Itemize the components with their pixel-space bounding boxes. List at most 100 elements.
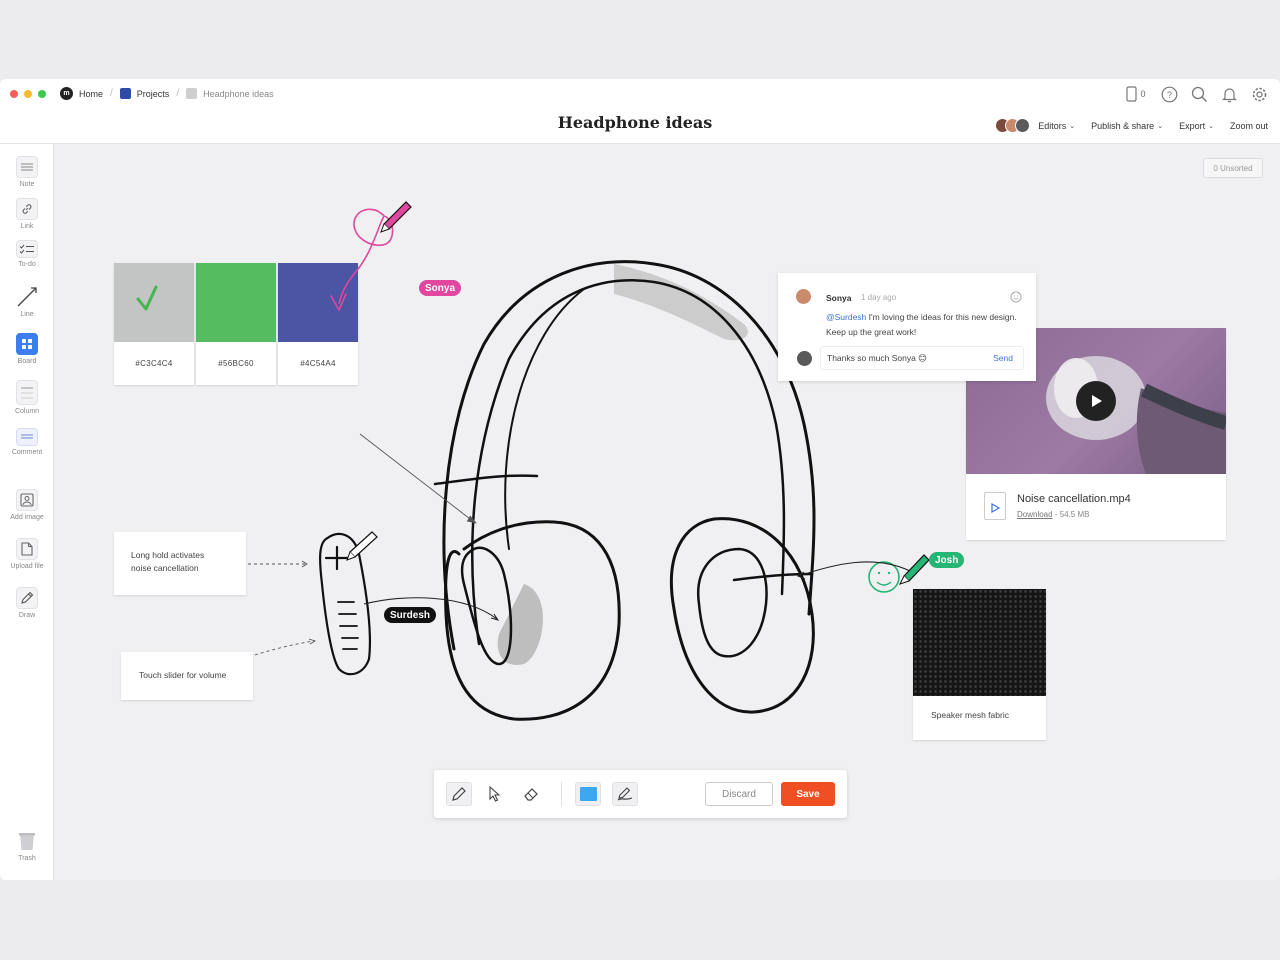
export-menu[interactable]: Export ⌄ bbox=[1179, 121, 1214, 131]
draw-toolbar: Discard Save bbox=[434, 770, 847, 818]
upload-file-tool[interactable]: Upload file bbox=[0, 538, 54, 570]
breadcrumb-projects-label: Projects bbox=[136, 88, 170, 99]
note-tool[interactable]: Note bbox=[0, 156, 54, 188]
draw-tool[interactable]: Draw bbox=[0, 587, 54, 619]
breadcrumb-current-label: Headphone ideas bbox=[203, 88, 274, 99]
window-controls bbox=[10, 90, 46, 98]
eraser-tool-button[interactable] bbox=[518, 782, 544, 806]
reply-input[interactable]: Thanks so much Sonya 😊 Send bbox=[820, 346, 1024, 370]
speaker-mesh-image bbox=[913, 589, 1046, 696]
breadcrumb-home-label: Home bbox=[79, 88, 104, 99]
pencil-icon bbox=[16, 587, 38, 609]
select-tool-button[interactable] bbox=[482, 782, 508, 806]
band-shading bbox=[614, 264, 748, 341]
comment-card[interactable]: Sonya 1 day ago @Surdesh I'm loving the … bbox=[778, 273, 1036, 381]
maximize-window-button[interactable] bbox=[38, 90, 46, 98]
stroke-style-button[interactable] bbox=[612, 782, 638, 806]
sonya-pen-icon bbox=[383, 201, 412, 230]
projects-square-icon bbox=[119, 88, 131, 99]
breadcrumb-projects[interactable]: Projects bbox=[119, 88, 170, 99]
board-canvas[interactable]: 0 Unsorted #C3C4C4 #56BC60 #4C54A4 Long … bbox=[54, 144, 1280, 880]
connector-line bbox=[254, 640, 315, 656]
pen-tool-button[interactable] bbox=[446, 782, 472, 806]
note-tool-label: Note bbox=[19, 181, 35, 188]
image-caption: Speaker mesh fabric bbox=[931, 710, 1009, 720]
line-tool[interactable]: Line bbox=[0, 286, 54, 318]
tool-sidebar: Note Link To-do Line Board Column Commen… bbox=[0, 144, 54, 880]
send-button[interactable]: Send bbox=[993, 353, 1013, 363]
download-link[interactable]: Download bbox=[1017, 510, 1053, 519]
close-window-button[interactable] bbox=[10, 90, 18, 98]
right-earcup bbox=[669, 517, 815, 714]
bell-icon bbox=[1221, 87, 1237, 102]
discard-button[interactable]: Discard bbox=[705, 782, 773, 806]
breadcrumb-current[interactable]: Headphone ideas bbox=[186, 88, 274, 99]
editor-avatars[interactable] bbox=[995, 118, 1031, 133]
video-file-icon bbox=[984, 492, 1006, 520]
headband-inner bbox=[471, 279, 786, 646]
color-picker-button[interactable] bbox=[575, 782, 601, 806]
chevron-down-icon: ⌄ bbox=[1069, 122, 1076, 130]
image-card-mesh[interactable]: Speaker mesh fabric bbox=[913, 589, 1046, 740]
fill-color-swatch bbox=[579, 787, 597, 801]
play-button[interactable] bbox=[1076, 381, 1116, 421]
josh-cursor-label: Josh bbox=[929, 552, 965, 568]
comment-author: Sonya bbox=[826, 293, 852, 303]
zoom-out-label: Zoom out bbox=[1229, 120, 1268, 131]
file-icon bbox=[16, 538, 38, 560]
zoom-out-button[interactable]: Zoom out bbox=[1230, 121, 1268, 131]
settings-button[interactable] bbox=[1250, 85, 1268, 103]
mobile-count: 0 bbox=[1140, 89, 1146, 99]
headband-outer bbox=[442, 260, 816, 651]
help-icon: ? bbox=[1161, 86, 1177, 102]
earcup-shading bbox=[497, 584, 543, 665]
gear-icon bbox=[1252, 87, 1266, 101]
comment-tool[interactable]: Comment bbox=[0, 428, 54, 456]
svg-text:?: ? bbox=[1166, 90, 1171, 100]
right-earcup-pad bbox=[696, 547, 768, 658]
connector-line bbox=[359, 433, 475, 523]
minimize-window-button[interactable] bbox=[24, 90, 32, 98]
board-square-icon bbox=[186, 88, 198, 99]
slider-joint-left bbox=[433, 474, 539, 486]
editors-menu[interactable]: Editors ⌄ bbox=[1038, 121, 1075, 131]
link-icon bbox=[16, 198, 38, 220]
help-button[interactable]: ? bbox=[1160, 85, 1178, 103]
app-window: m Home / Projects / Headphone ideas 0 ? bbox=[0, 79, 1280, 880]
editors-label: Editors bbox=[1038, 120, 1067, 131]
link-tool[interactable]: Link bbox=[0, 198, 54, 230]
add-image-tool[interactable]: Add image bbox=[0, 489, 54, 521]
mobile-icon bbox=[1126, 86, 1138, 102]
video-file-name: Noise cancellation.mp4 bbox=[1017, 493, 1131, 505]
save-button[interactable]: Save bbox=[781, 782, 835, 806]
breadcrumb-separator: / bbox=[110, 88, 113, 99]
header-menu: Editors ⌄ Publish & share ⌄ Export ⌄ Zoo… bbox=[995, 118, 1268, 133]
trash-tool[interactable]: Trash bbox=[0, 830, 54, 862]
surdesh-cursor-label: Surdesh bbox=[384, 607, 437, 623]
josh-pen-icon bbox=[903, 554, 930, 582]
todo-tool[interactable]: To-do bbox=[0, 240, 54, 268]
search-button[interactable] bbox=[1190, 85, 1208, 103]
mobile-device-button[interactable]: 0 bbox=[1124, 85, 1148, 103]
publish-share-menu[interactable]: Publish & share ⌄ bbox=[1091, 121, 1163, 131]
link-tool-label: Link bbox=[20, 223, 34, 230]
notifications-button[interactable] bbox=[1220, 85, 1238, 103]
column-tool[interactable]: Column bbox=[0, 380, 54, 415]
chevron-down-icon: ⌄ bbox=[1157, 122, 1164, 130]
upload-file-label: Upload file bbox=[10, 563, 44, 570]
trash-icon bbox=[16, 830, 38, 852]
eraser-icon bbox=[524, 788, 538, 801]
top-icons: 0 ? bbox=[1124, 85, 1268, 103]
cursor-arrow-icon bbox=[489, 786, 501, 802]
search-icon bbox=[1191, 86, 1207, 102]
breadcrumb-home[interactable]: m Home bbox=[60, 87, 103, 100]
trash-label: Trash bbox=[18, 855, 36, 862]
comment-mention[interactable]: @Surdesh bbox=[826, 312, 866, 322]
avatar bbox=[1015, 118, 1031, 133]
chevron-down-icon: ⌄ bbox=[1208, 122, 1214, 130]
emoji-reaction-icon[interactable] bbox=[1010, 291, 1022, 303]
board-tool[interactable]: Board bbox=[0, 333, 54, 365]
control-sketch bbox=[319, 532, 371, 676]
sonya-cursor-label: Sonya bbox=[419, 280, 462, 296]
breadcrumb-separator: / bbox=[176, 88, 180, 99]
